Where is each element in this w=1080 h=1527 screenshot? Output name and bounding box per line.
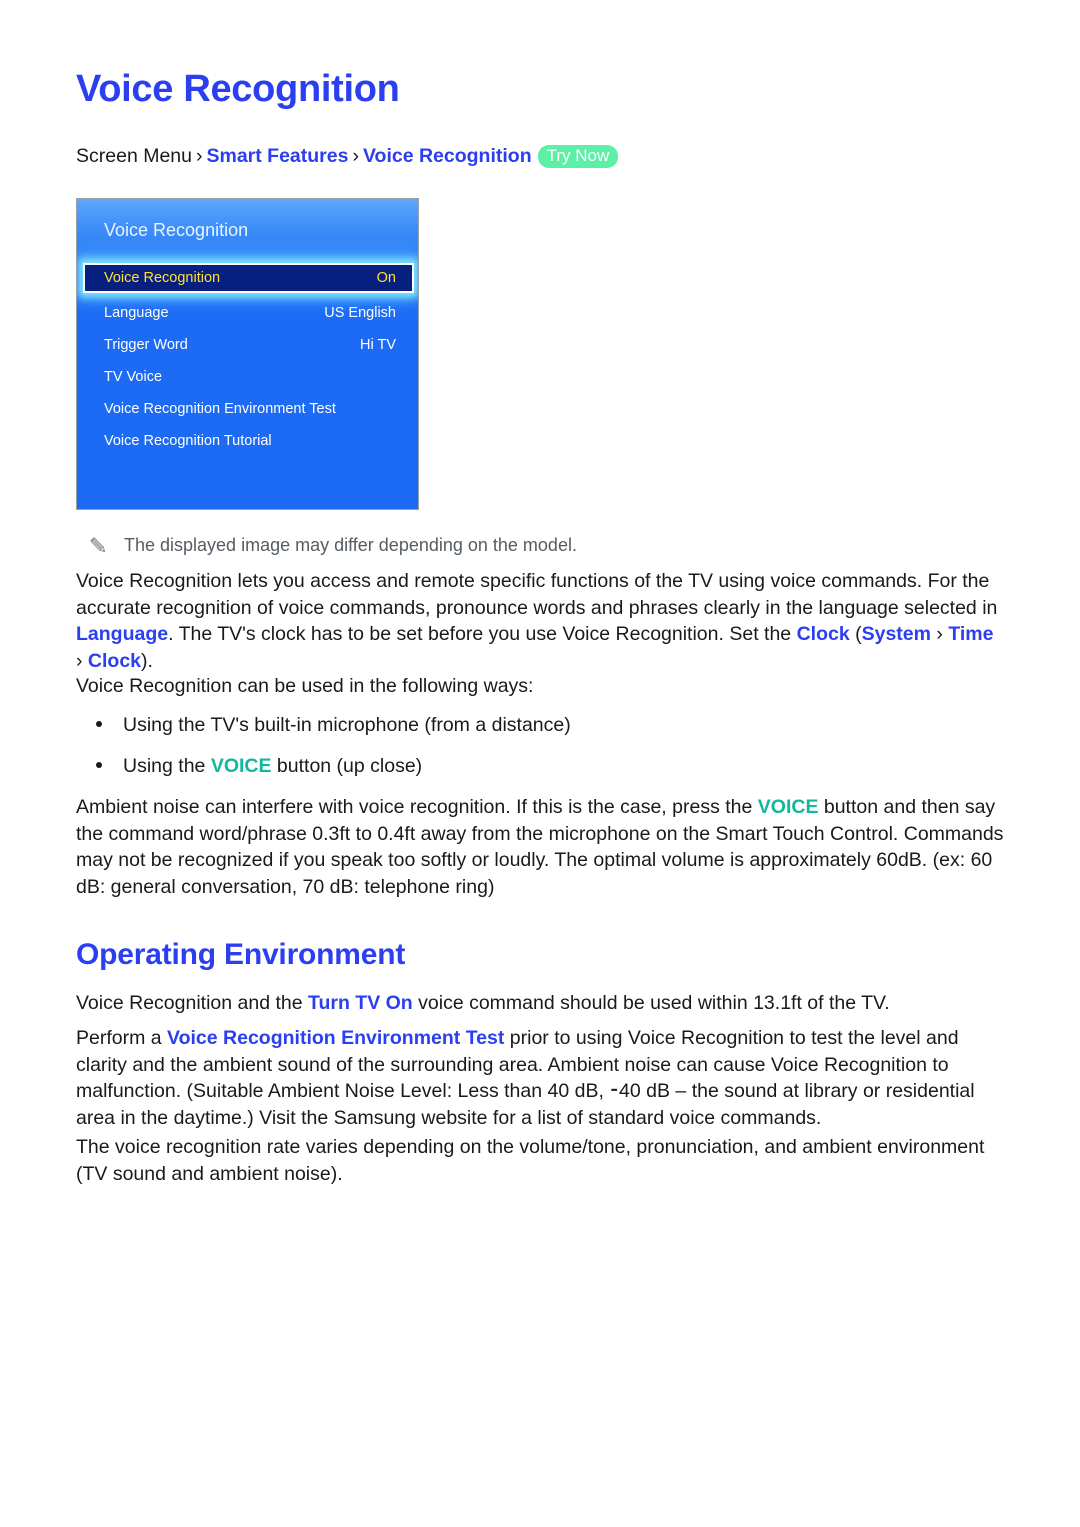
bullet-dot-icon bbox=[96, 762, 102, 768]
link-time[interactable]: Time bbox=[948, 623, 993, 645]
op-p2-text-1: Perform a bbox=[76, 1027, 168, 1049]
ways-lead-in: Voice Recognition can be used in the fol… bbox=[76, 675, 534, 697]
voice-button-keyword: VOICE bbox=[210, 755, 272, 777]
tv-menu-row-tutorial[interactable]: Voice Recognition Tutorial bbox=[104, 433, 396, 455]
breadcrumb-link-voice-recognition[interactable]: Voice Recognition bbox=[363, 145, 532, 167]
operating-env-paragraph-2: Perform a Voice Recognition Environment … bbox=[76, 1025, 1004, 1131]
tv-menu-row-tv-voice-label: TV Voice bbox=[104, 369, 163, 385]
tv-menu-row-trigger-word[interactable]: Trigger Word Hi TV bbox=[104, 337, 396, 359]
list-item-voice-post: button (up close) bbox=[271, 755, 423, 777]
link-voice-recognition-environment-test[interactable]: Voice Recognition Environment Test bbox=[167, 1027, 504, 1049]
intro-text-1: Voice Recognition lets you access and re… bbox=[76, 570, 998, 619]
intro-text-2: . The TV's clock has to be set before yo… bbox=[168, 623, 797, 645]
op-p1-text-1: Voice Recognition and the bbox=[76, 992, 309, 1014]
tv-menu-row-environment-test[interactable]: Voice Recognition Environment Test bbox=[104, 401, 396, 423]
pencil-icon bbox=[88, 535, 110, 557]
list-item-voice-button-text: Using the VOICE button (up close) bbox=[123, 753, 422, 779]
link-language[interactable]: Language bbox=[76, 623, 168, 645]
intro-text-3: ( bbox=[849, 623, 862, 645]
section-heading-operating-environment: Operating Environment bbox=[76, 938, 406, 971]
tv-menu-header-title: Voice Recognition bbox=[104, 220, 249, 240]
ambient-noise-paragraph: Ambient noise can interfere with voice r… bbox=[76, 794, 1004, 900]
bullet-dot-icon bbox=[96, 721, 102, 727]
breadcrumb: Screen Menu › Smart Features › Voice Recogni… bbox=[76, 143, 619, 169]
operating-env-paragraph-3: The voice recognition rate varies depend… bbox=[76, 1136, 985, 1185]
breadcrumb-root: Screen Menu bbox=[76, 145, 192, 167]
link-system[interactable]: System bbox=[862, 623, 931, 645]
tv-menu-row-selected-label: Voice Recognition bbox=[104, 270, 221, 286]
tv-menu-row-tv-voice[interactable]: TV Voice bbox=[104, 369, 396, 391]
breadcrumb-separator-2: › bbox=[352, 145, 359, 167]
breadcrumb-link-smart-features[interactable]: Smart Features bbox=[206, 145, 348, 167]
link-turn-tv-on[interactable]: Turn TV On bbox=[308, 992, 413, 1014]
voice-button-keyword-2: VOICE bbox=[757, 796, 819, 818]
breadcrumb-separator-1: › bbox=[195, 145, 203, 167]
document-page: Voice Recognition Screen Menu › Smart Feat… bbox=[0, 0, 1080, 1527]
page-title: Voice Recognition bbox=[76, 68, 400, 110]
intro-text-4: ). bbox=[141, 649, 153, 672]
op-p1-text-2: voice command should be used within 13.1… bbox=[412, 992, 890, 1014]
tv-menu-row-language-label: Language bbox=[104, 305, 169, 321]
tv-menu-header: Voice Recognition bbox=[77, 199, 418, 263]
tv-menu-row-language[interactable]: Language US English bbox=[104, 305, 396, 327]
tv-menu-row-trigger-word-value: Hi TV bbox=[360, 337, 396, 353]
tv-menu-row-tutorial-label: Voice Recognition Tutorial bbox=[104, 433, 272, 449]
tv-menu-row-selected[interactable]: Voice Recognition On bbox=[83, 263, 414, 293]
tv-menu-row-language-value: US English bbox=[324, 305, 396, 321]
intro-separator-1: › bbox=[930, 623, 949, 645]
tv-menu-panel: Voice Recognition Voice Recognition On L… bbox=[76, 198, 419, 510]
tv-menu-row-environment-test-label: Voice Recognition Environment Test bbox=[104, 401, 336, 417]
list-item-microphone-pre: Using the TV's built-in microphone (from… bbox=[123, 714, 571, 736]
tv-menu-row-trigger-word-label: Trigger Word bbox=[104, 337, 188, 353]
note-line: The displayed image may differ depending… bbox=[76, 534, 976, 560]
list-item-microphone-text: Using the TV's built-in microphone (from… bbox=[123, 712, 571, 738]
ambient-text-1: Ambient noise can interfere with voice r… bbox=[76, 796, 758, 818]
operating-env-paragraph-1: Voice Recognition and the Turn TV On voi… bbox=[76, 990, 1004, 1017]
link-clock[interactable]: Clock bbox=[797, 623, 850, 645]
tv-menu-row-selected-value: On bbox=[376, 270, 396, 286]
try-now-badge[interactable]: Try Now bbox=[537, 145, 619, 168]
link-clock-2[interactable]: Clock bbox=[88, 650, 141, 672]
list-item-voice-pre: Using the bbox=[123, 755, 211, 777]
note-text: The displayed image may differ depending… bbox=[124, 535, 577, 555]
intro-paragraph: Voice Recognition lets you access and re… bbox=[76, 568, 1004, 674]
intro-separator-2: › bbox=[76, 649, 88, 672]
